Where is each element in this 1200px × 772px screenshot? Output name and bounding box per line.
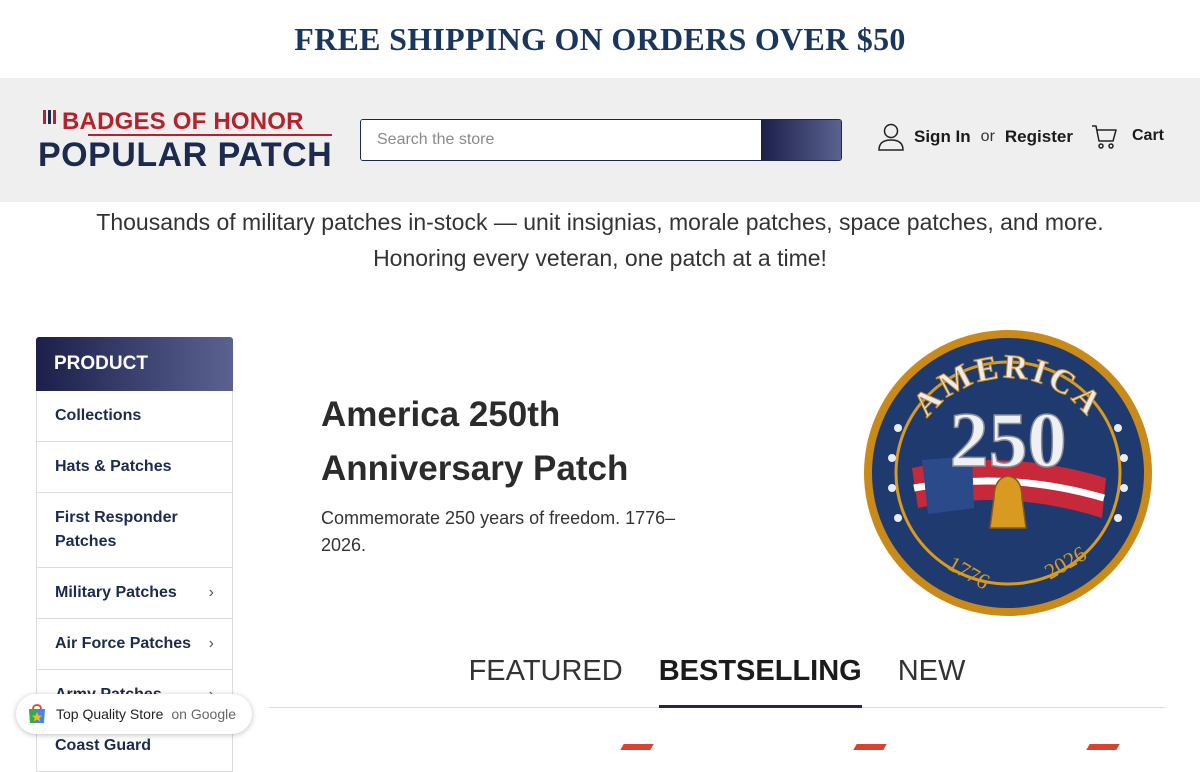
google-quality-badge[interactable]: Top Quality Store on Google: [16, 694, 252, 734]
sidebar-item-air-force[interactable]: Air Force Patches ›: [36, 619, 233, 670]
promo-text: FREE SHIPPING ON ORDERS OVER $50: [294, 20, 906, 57]
patch-number: 250: [950, 396, 1067, 483]
tab-new[interactable]: NEW: [898, 645, 966, 708]
product-tabs: FEATURED BESTSELLING NEW: [269, 645, 1165, 708]
account-links: Sign In or Register: [878, 123, 1073, 151]
site-header: BADGES OF HONOR POPULAR PATCH Sign In or…: [0, 78, 1200, 202]
sidebar-heading: PRODUCT: [36, 337, 233, 391]
chevron-right-icon: ›: [208, 635, 214, 652]
site-logo[interactable]: BADGES OF HONOR POPULAR PATCH: [38, 108, 338, 174]
or-text: or: [980, 128, 995, 145]
product-ribbon: [853, 744, 887, 750]
hero-title[interactable]: America 250th Anniversary Patch: [321, 388, 701, 496]
search-input[interactable]: [361, 120, 761, 160]
sidebar-item-label: First Responder Patches: [55, 509, 178, 550]
promo-banner: FREE SHIPPING ON ORDERS OVER $50: [0, 0, 1200, 78]
badge-suffix: on Google: [171, 706, 236, 722]
sidebar-item-label: Military Patches: [55, 584, 177, 601]
sidebar-item-collections[interactable]: Collections: [36, 391, 233, 442]
chevron-right-icon: ›: [208, 584, 214, 601]
product-ribbon: [620, 744, 654, 750]
tagline: Thousands of military patches in-stock —…: [0, 204, 1200, 276]
sidebar-item-military[interactable]: Military Patches ›: [36, 568, 233, 619]
sidebar-item-label: Coast Guard: [55, 737, 152, 754]
cart-label: Cart: [1132, 127, 1165, 144]
hero-description: Commemorate 250 years of freedom. 1776–2…: [321, 508, 676, 555]
america-250-patch-image[interactable]: 250 AMERICA 1776 2026: [862, 328, 1154, 618]
register-link[interactable]: Register: [1005, 127, 1073, 147]
badge-text: Top Quality Store: [56, 706, 164, 722]
user-icon: [878, 123, 904, 151]
sidebar-item-hats-patches[interactable]: Hats & Patches: [36, 442, 233, 493]
tab-bestselling[interactable]: BESTSELLING: [658, 645, 862, 708]
medal-icon: [43, 110, 56, 124]
search-button[interactable]: [761, 120, 841, 160]
sidebar-item-label: Collections: [55, 407, 142, 424]
sidebar-item-label: Hats & Patches: [55, 458, 172, 475]
logo-line2: POPULAR PATCH: [38, 136, 333, 174]
cart-icon: [1092, 125, 1117, 149]
sidebar-item-label: Air Force Patches: [55, 635, 192, 652]
cart-link[interactable]: Cart: [1090, 122, 1164, 150]
google-shopping-bag-icon: [29, 704, 45, 723]
logo-line1: BADGES OF HONOR: [62, 108, 304, 135]
product-ribbon: [1086, 744, 1120, 750]
sidebar-item-first-responder[interactable]: First Responder Patches: [36, 493, 233, 568]
sign-in-link[interactable]: Sign In: [914, 127, 971, 147]
tab-featured[interactable]: FEATURED: [469, 645, 623, 708]
tagline-line2: Honoring every veteran, one patch at a t…: [373, 245, 827, 271]
search-bar: [360, 119, 842, 161]
tagline-line1: Thousands of military patches in-stock —…: [96, 209, 1104, 235]
